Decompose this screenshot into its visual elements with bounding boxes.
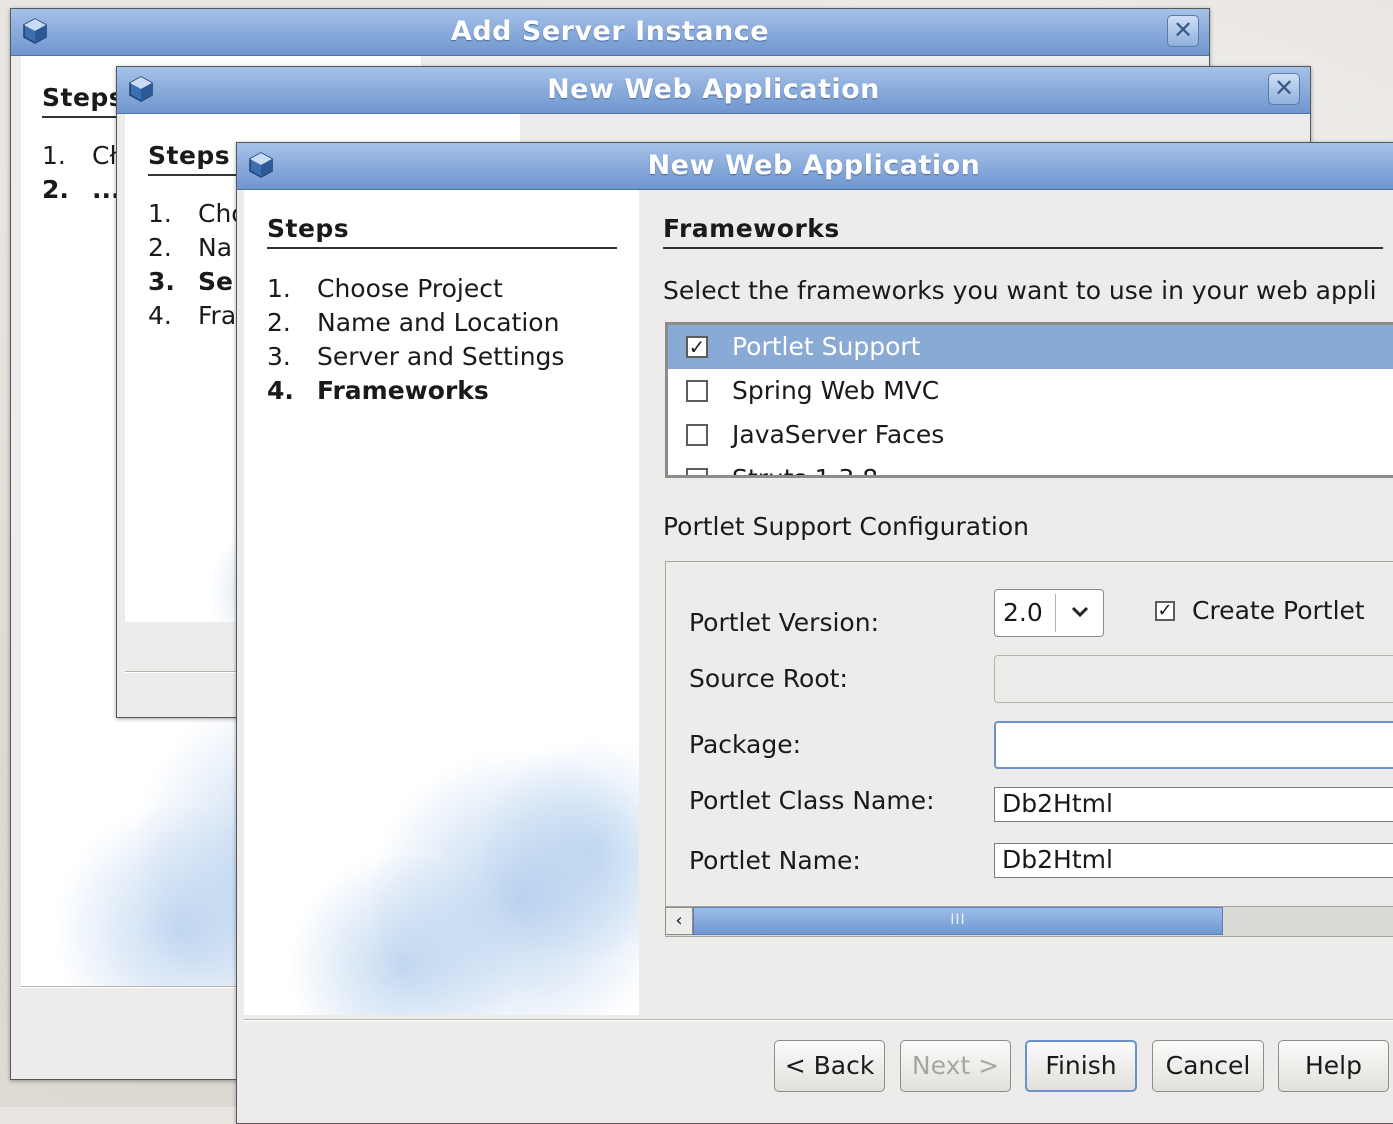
checkbox[interactable] <box>686 468 708 475</box>
next-button[interactable]: Next > <box>900 1040 1011 1092</box>
step-item: 1. Cł <box>42 141 117 170</box>
create-portlet-label: Create Portlet <box>1192 596 1365 625</box>
steps-list: 1. Choose Project 2. Name and Location 3. S… <box>267 272 564 408</box>
scrollbar-thumb[interactable]: III <box>693 907 1223 935</box>
package-label: Package: <box>689 730 802 759</box>
framework-label: Portlet Support <box>732 332 921 361</box>
portlet-version-value: 2.0 <box>1003 598 1043 627</box>
title-bar[interactable]: New Web Application ✕ <box>237 143 1393 190</box>
steps-list: 1. Cho 2. Na 3. Se 4. Fra <box>148 197 247 333</box>
portlet-name-label: Portlet Name: <box>689 846 861 875</box>
help-button[interactable]: Help <box>1278 1040 1389 1092</box>
finish-button[interactable]: Finish <box>1025 1040 1137 1092</box>
step-item: 4. Fra <box>148 301 237 330</box>
chevron-down-icon <box>1071 606 1089 618</box>
source-root-field[interactable] <box>994 655 1393 703</box>
create-portlet-checkbox[interactable]: ✓ <box>1155 601 1175 621</box>
divider <box>1055 594 1056 632</box>
framework-item[interactable]: JavaServer Faces <box>668 413 1393 457</box>
portlet-version-select[interactable]: 2.0 <box>994 589 1104 637</box>
checkbox[interactable]: ✓ <box>686 336 708 358</box>
button-bar-separator <box>244 1019 1393 1021</box>
section-title: Frameworks <box>663 214 1383 249</box>
close-icon[interactable]: ✕ <box>1167 15 1199 47</box>
title-bar[interactable]: Add Server Instance ✕ <box>11 9 1209 56</box>
dialog-title: New Web Application <box>547 74 880 105</box>
package-field[interactable] <box>994 721 1393 769</box>
step-item: 2. Name and Location <box>267 308 560 337</box>
step-item-current: 4. Frameworks <box>267 376 489 405</box>
horizontal-scrollbar[interactable]: ‹ III <box>665 906 1393 936</box>
frameworks-list[interactable]: ✓ Portlet Support Spring Web MVC JavaSer… <box>665 322 1393 478</box>
dialog-title: Add Server Instance <box>450 16 770 47</box>
scroll-left-icon[interactable]: ‹ <box>665 907 693 935</box>
portlet-class-name-field[interactable]: Db2Html <box>994 787 1393 822</box>
portlet-name-field[interactable]: Db2Html <box>994 843 1393 878</box>
dialog-title: New Web Application <box>647 150 981 181</box>
framework-label: Spring Web MVC <box>732 376 940 405</box>
framework-label: Struts 1.3.8 <box>732 464 878 475</box>
back-button[interactable]: < Back <box>774 1040 885 1092</box>
steps-panel: Steps 1. Choose Project 2. Name and Locati… <box>244 190 639 1015</box>
step-item: 3. Server and Settings <box>267 342 565 371</box>
step-item: 2. Na <box>148 233 233 262</box>
framework-item[interactable]: ✓ Portlet Support <box>668 325 1393 369</box>
framework-label: JavaServer Faces <box>732 420 945 449</box>
steps-list: 1. Cł 2.... <box>42 139 121 207</box>
instruction-text: Select the frameworks you want to use in… <box>663 276 1377 305</box>
step-item: 1. Cho <box>148 199 247 228</box>
step-item: 3. Se <box>148 267 233 296</box>
cancel-button[interactable]: Cancel <box>1152 1040 1264 1092</box>
step-item: 2.... <box>42 175 121 204</box>
portlet-class-name-label: Portlet Class Name: <box>689 786 935 815</box>
checkbox[interactable] <box>686 380 708 402</box>
config-label: Portlet Support Configuration <box>663 512 1029 541</box>
checkbox[interactable] <box>686 424 708 446</box>
framework-item[interactable]: Spring Web MVC <box>668 369 1393 413</box>
close-icon[interactable]: ✕ <box>1268 73 1300 105</box>
step-item: 1. Choose Project <box>267 274 503 303</box>
steps-title: Steps <box>267 214 617 249</box>
framework-item[interactable]: Struts 1.3.8 <box>668 457 1393 475</box>
portlet-version-label: Portlet Version: <box>689 608 879 637</box>
source-root-label: Source Root: <box>689 664 848 693</box>
title-bar[interactable]: New Web Application ✕ <box>117 67 1310 114</box>
